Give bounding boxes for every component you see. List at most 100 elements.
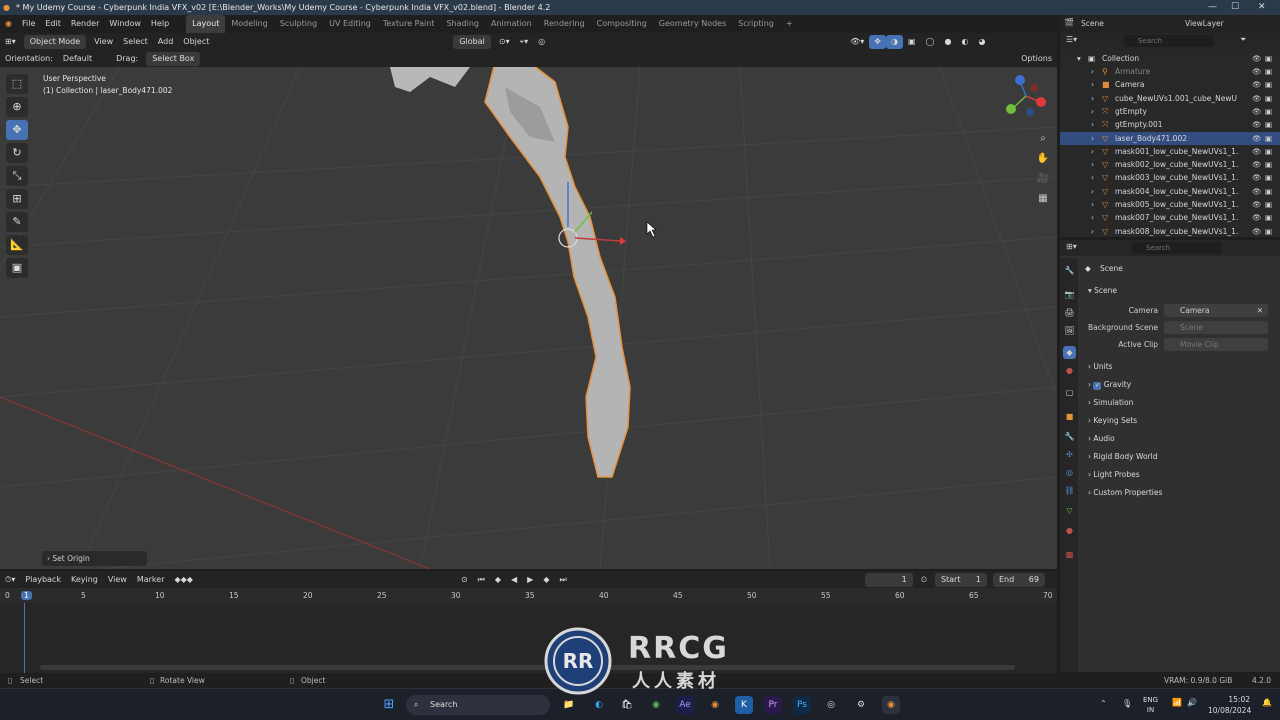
scale-tool-icon[interactable]: ⤡: [6, 166, 28, 186]
rigid-body-world-section[interactable]: › Rigid Body World: [1088, 452, 1158, 461]
expand-icon[interactable]: ›: [1091, 158, 1094, 171]
measure-tool-icon[interactable]: 📐: [6, 235, 28, 255]
outliner-item[interactable]: › ⤧ gtEmpty 👁 ▣: [1060, 105, 1280, 118]
outliner-item[interactable]: › ▽ mask004_low_cube_NewUVs1_1. 👁 ▣: [1060, 185, 1280, 198]
editor-type-icon[interactable]: ⊞▾: [0, 35, 21, 49]
timeline-scrollbar[interactable]: [40, 665, 1015, 670]
eye-icon[interactable]: 👁: [1252, 105, 1262, 118]
selected-arm-mesh[interactable]: [484, 67, 631, 478]
clear-icon[interactable]: ✕: [1257, 304, 1263, 317]
gravity-checkbox[interactable]: ✓: [1093, 382, 1102, 390]
jump-start-icon[interactable]: ⏮: [473, 573, 490, 587]
pan-hand-icon[interactable]: ✋: [1034, 149, 1052, 169]
menu-help[interactable]: Help: [146, 15, 174, 33]
active-clip-field[interactable]: Movie Clip: [1164, 338, 1268, 351]
tab-geometry-nodes[interactable]: Geometry Nodes: [653, 15, 732, 33]
windows-start-icon[interactable]: ⊞: [380, 696, 398, 714]
outliner-item[interactable]: › ■ Camera 👁 ▣: [1060, 78, 1280, 91]
clock[interactable]: 15:02 10/08/2024: [1208, 694, 1251, 716]
expand-icon[interactable]: ›: [1091, 225, 1094, 238]
zoom-icon[interactable]: ⌕: [1034, 129, 1052, 149]
expand-icon[interactable]: ›: [1091, 118, 1094, 131]
expand-icon[interactable]: ›: [1091, 211, 1094, 224]
camera-view-icon[interactable]: 🎥: [1034, 169, 1052, 189]
keyframe-icon[interactable]: ◆◆◆: [169, 573, 197, 587]
render-camera-icon[interactable]: ▣: [1265, 225, 1272, 238]
kdenlive-icon[interactable]: K: [735, 696, 753, 714]
ortho-grid-icon[interactable]: ▦: [1034, 189, 1052, 209]
scene-selector-icon[interactable]: 🎬: [1064, 18, 1074, 27]
menu-render[interactable]: Render: [66, 15, 104, 33]
render-tab-icon[interactable]: 📷: [1063, 288, 1076, 301]
language-indicator[interactable]: ENG IN: [1143, 695, 1158, 715]
eye-icon[interactable]: 👁: [1252, 92, 1262, 105]
material-tab-icon[interactable]: ●: [1063, 524, 1076, 537]
mic-icon[interactable]: 🎙: [1122, 699, 1132, 708]
world-tab-icon[interactable]: ●: [1063, 364, 1076, 377]
photoshop-icon[interactable]: Ps: [793, 696, 811, 714]
particles-tab-icon[interactable]: ✣: [1063, 448, 1076, 461]
eye-icon[interactable]: 👁: [1252, 158, 1262, 171]
drag-dropdown[interactable]: Select Box: [146, 51, 201, 66]
current-frame-field[interactable]: 1: [864, 572, 913, 587]
render-camera-icon[interactable]: ▣: [1265, 78, 1272, 91]
scene-panel-header[interactable]: ▾ Scene: [1088, 286, 1117, 295]
menu-view[interactable]: View: [89, 35, 118, 49]
eye-icon[interactable]: 👁: [1252, 132, 1262, 145]
expand-icon[interactable]: ›: [1091, 171, 1094, 184]
settings-app-icon[interactable]: ⚙: [852, 696, 870, 714]
store-icon[interactable]: 🛍: [618, 696, 636, 714]
light-probes-section[interactable]: › Light Probes: [1088, 470, 1140, 479]
expand-icon[interactable]: ›: [1091, 105, 1094, 118]
outliner-item[interactable]: › ⤧ gtEmpty.001 👁 ▣: [1060, 118, 1280, 131]
object-tab-icon[interactable]: ■: [1063, 410, 1076, 423]
modifier-tab-icon[interactable]: 🔧: [1063, 430, 1076, 443]
tool-tab-icon[interactable]: 🔧: [1063, 264, 1076, 277]
data-tab-icon[interactable]: ▽: [1063, 504, 1076, 517]
render-camera-icon[interactable]: ▣: [1265, 65, 1272, 78]
menu-select[interactable]: Select: [118, 35, 153, 49]
expand-icon[interactable]: ›: [1091, 132, 1094, 145]
options-dropdown[interactable]: Options: [1016, 52, 1057, 66]
expand-icon[interactable]: ›: [1091, 185, 1094, 198]
filter-icon[interactable]: ⏷: [1240, 35, 1246, 45]
keying-sets-section[interactable]: › Keying Sets: [1088, 416, 1137, 425]
render-camera-icon[interactable]: ▣: [1265, 105, 1272, 118]
output-tab-icon[interactable]: 🖨: [1063, 306, 1076, 319]
eye-icon[interactable]: 👁: [1252, 211, 1262, 224]
jump-end-icon[interactable]: ⏭: [554, 573, 571, 587]
mode-selector[interactable]: Object Mode: [23, 34, 87, 49]
gravity-section[interactable]: › ✓ Gravity: [1088, 380, 1131, 390]
outliner-item[interactable]: › ▽ mask007_low_cube_NewUVs1_1. 👁 ▣: [1060, 211, 1280, 224]
rotate-tool-icon[interactable]: ↻: [6, 143, 28, 163]
menu-window[interactable]: Window: [104, 15, 146, 33]
tab-animation[interactable]: Animation: [485, 15, 538, 33]
eye-icon[interactable]: 👁: [1252, 118, 1262, 131]
transform-tool-icon[interactable]: ⊞: [6, 189, 28, 209]
expand-icon[interactable]: ›: [1091, 65, 1094, 78]
eye-icon[interactable]: 👁: [1252, 145, 1262, 158]
play-icon[interactable]: ▶: [522, 573, 538, 587]
shading-solid-icon[interactable]: ●: [940, 35, 957, 49]
texture-tab-icon[interactable]: ▩: [1063, 548, 1076, 561]
render-camera-icon[interactable]: ▣: [1265, 118, 1272, 131]
render-camera-icon[interactable]: ▣: [1265, 211, 1272, 224]
menu-object[interactable]: Object: [178, 35, 214, 49]
render-camera-icon[interactable]: ▣: [1265, 52, 1272, 65]
wifi-icon[interactable]: 📶: [1172, 698, 1182, 707]
add-workspace-button[interactable]: +: [780, 15, 799, 33]
background-scene-field[interactable]: Scene: [1164, 321, 1268, 334]
navigation-gizmo[interactable]: [1006, 75, 1046, 116]
constraints-tab-icon[interactable]: ⛓: [1063, 484, 1076, 497]
expand-icon[interactable]: ›: [1091, 92, 1094, 105]
chrome-icon[interactable]: ◉: [647, 696, 665, 714]
timeline-editor-icon[interactable]: ⏱▾: [0, 573, 20, 587]
view-layer-name[interactable]: ViewLayer: [1185, 19, 1224, 28]
eye-icon[interactable]: 👁: [1252, 198, 1262, 211]
eye-icon[interactable]: 👁: [1252, 52, 1262, 65]
tab-rendering[interactable]: Rendering: [538, 15, 591, 33]
gizmo-x-head[interactable]: [620, 237, 626, 245]
proportional-edit-icon[interactable]: ◎: [533, 35, 550, 49]
render-camera-icon[interactable]: ▣: [1265, 198, 1272, 211]
volume-icon[interactable]: 🔊: [1187, 698, 1197, 707]
